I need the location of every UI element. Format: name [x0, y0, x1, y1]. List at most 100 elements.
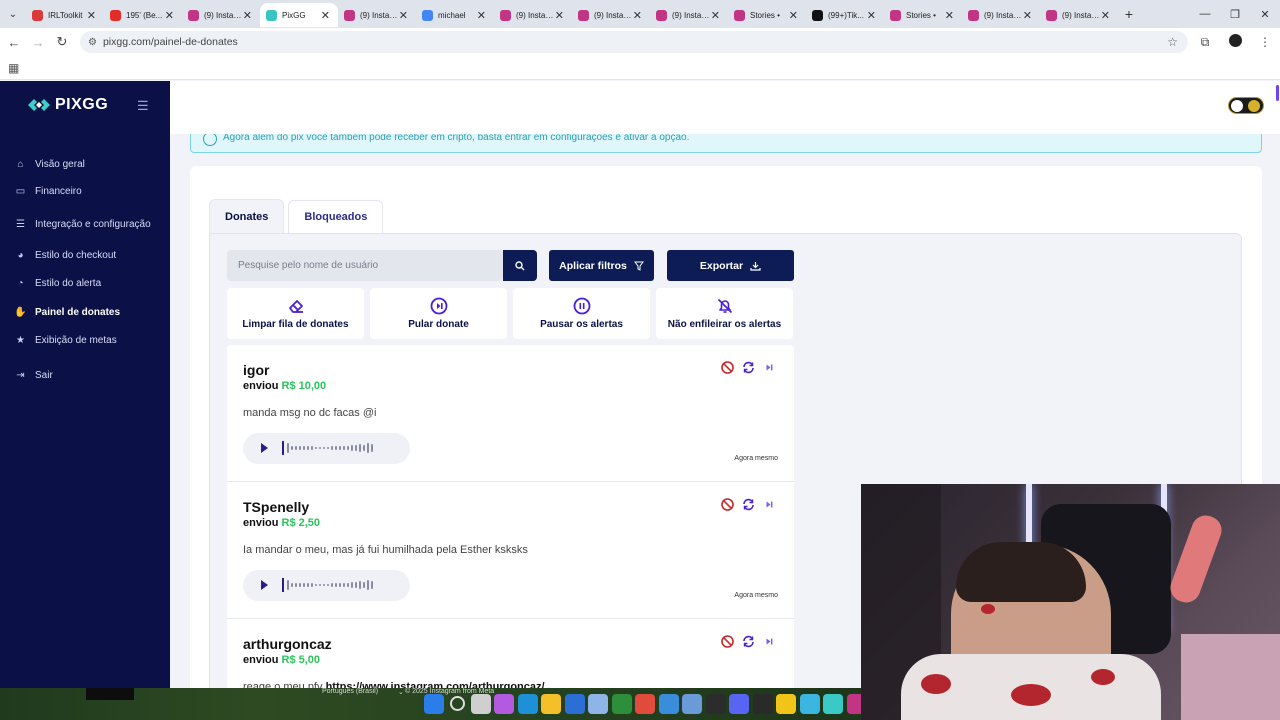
tab-donates[interactable]: Donates [209, 199, 285, 233]
tab-search-icon[interactable]: ⌄ [0, 0, 26, 28]
browser-tab[interactable]: PixGG ✕ [260, 3, 338, 27]
app-icon[interactable] [658, 694, 679, 714]
windows-start-icon[interactable] [424, 694, 444, 714]
export-button[interactable]: Exportar [667, 250, 794, 281]
rumble-icon[interactable] [611, 694, 632, 714]
chrome-icon[interactable] [635, 694, 655, 714]
tab-bloqueados[interactable]: Bloqueados [288, 200, 384, 233]
sidebar-item[interactable]: ✋ Painel de donates [14, 306, 120, 319]
steam-icon[interactable] [752, 694, 773, 714]
task-view-icon[interactable] [470, 694, 491, 714]
tab-close-icon[interactable]: ✕ [87, 9, 96, 22]
brand-logo[interactable]: PIXGG [28, 96, 108, 114]
sidebar-item[interactable]: ⇥ Sair [14, 369, 53, 382]
scrollbar[interactable] [1276, 85, 1279, 101]
warning-icon[interactable] [776, 694, 796, 714]
audio-cursor[interactable] [282, 441, 284, 455]
app3-icon[interactable] [799, 694, 820, 714]
profile-avatar[interactable] [1220, 34, 1250, 50]
replay-icon[interactable] [742, 361, 755, 374]
browser-tab[interactable]: 195' (Be... ✕ [104, 3, 182, 27]
browser-tab[interactable]: IRLToolkit ✕ [26, 3, 104, 27]
waveform[interactable] [287, 579, 375, 591]
apps-grid-icon[interactable]: ▦ [8, 61, 19, 75]
obs-icon[interactable] [705, 694, 726, 714]
sidebar-item[interactable]: ⌂ Visão geral [14, 158, 84, 171]
replay-icon[interactable] [742, 635, 755, 648]
tab-close-icon[interactable]: ✕ [477, 9, 486, 22]
browser-tab[interactable]: (9) Instag... ✕ [338, 3, 416, 27]
search-button[interactable] [503, 250, 537, 281]
dont-queue-alerts-button[interactable]: Não enfileirar os alertas [656, 288, 793, 339]
browser-menu-icon[interactable]: ⋮ [1250, 35, 1280, 49]
browser-tab[interactable]: (9) Instag... ✕ [494, 3, 572, 27]
clear-queue-button[interactable]: Limpar fila de donates [227, 288, 364, 339]
sidebar-item[interactable]: ▭ Financeiro [14, 185, 82, 198]
calculator-icon[interactable] [588, 694, 608, 714]
browser-tab[interactable]: (99+)Tik... ✕ [806, 3, 884, 27]
copilot-icon[interactable] [494, 694, 514, 714]
tab-close-icon[interactable]: ✕ [243, 9, 252, 22]
donation-link[interactable]: https://www.instagram.com/arthurgoncaz/ [326, 681, 545, 688]
tab-close-icon[interactable]: ✕ [711, 9, 720, 22]
browser-tab[interactable]: (9) Instag... ✕ [962, 3, 1040, 27]
maximize-icon[interactable]: ❐ [1220, 0, 1250, 28]
apply-filters-button[interactable]: Aplicar filtros [549, 250, 654, 281]
new-tab-icon[interactable]: + [1118, 6, 1140, 22]
skip-donate-button[interactable]: Pular donate [370, 288, 507, 339]
replay-icon[interactable] [742, 498, 755, 511]
skip-small-icon[interactable] [763, 361, 776, 374]
waveform[interactable] [287, 442, 375, 454]
block-icon[interactable] [721, 361, 734, 374]
sidebar-item[interactable]: ☰ Integração e configuração [14, 218, 151, 231]
tab-close-icon[interactable]: ✕ [1101, 9, 1110, 22]
back-icon[interactable]: ← [2, 35, 26, 50]
app2-icon[interactable] [682, 694, 702, 714]
play-icon[interactable] [261, 580, 268, 590]
menu-collapse-icon[interactable]: ☰ [137, 98, 149, 114]
sidebar-item[interactable]: ◔ Estilo do alerta [14, 277, 101, 290]
block-icon[interactable] [721, 635, 734, 648]
skip-small-icon[interactable] [763, 498, 776, 511]
extensions-icon[interactable]: ⧉ [1190, 35, 1220, 50]
forward-icon[interactable]: → [26, 35, 50, 50]
tab-close-icon[interactable]: ✕ [633, 9, 642, 22]
store-icon[interactable] [564, 694, 585, 714]
sidebar-item[interactable]: ◕ Estilo do checkout [14, 249, 116, 262]
bookmark-star-icon[interactable]: ☆ [1167, 35, 1178, 49]
tab-close-icon[interactable]: ✕ [1023, 9, 1032, 22]
tab-close-icon[interactable]: ✕ [867, 9, 876, 22]
browser-tab[interactable]: (9) Instag... ✕ [650, 3, 728, 27]
tab-close-icon[interactable]: ✕ [945, 9, 954, 22]
edge-icon[interactable] [517, 694, 538, 714]
tab-close-icon[interactable]: ✕ [789, 9, 798, 22]
taskbar-search-icon[interactable] [449, 696, 465, 711]
tab-close-icon[interactable]: ✕ [399, 9, 408, 22]
skip-small-icon[interactable] [763, 635, 776, 648]
pause-alerts-button[interactable]: Pausar os alertas [513, 288, 650, 339]
browser-tab[interactable]: Stories • ✕ [728, 3, 806, 27]
search-input[interactable]: Pesquise pelo nome de usuário [227, 250, 503, 281]
url-field[interactable]: ⚙ pixgg.com/painel-de-donates ☆ [80, 31, 1188, 53]
browser-tab[interactable]: (9) Instag... ✕ [572, 3, 650, 27]
discord-icon[interactable] [729, 694, 749, 714]
minimize-icon[interactable]: — [1190, 0, 1220, 28]
language-selector[interactable]: Português (Brasil) [322, 688, 378, 695]
block-icon[interactable] [721, 498, 734, 511]
audio-cursor[interactable] [282, 578, 284, 592]
file-explorer-icon[interactable] [541, 694, 561, 714]
close-window-icon[interactable]: ✕ [1250, 0, 1280, 28]
sidebar-item[interactable]: ★ Exibição de metas [14, 334, 117, 347]
browser-tab[interactable]: (9) Instag... ✕ [182, 3, 260, 27]
browser-tab[interactable]: michael ✕ [416, 3, 494, 27]
tab-close-icon[interactable]: ✕ [555, 9, 564, 22]
theme-toggle[interactable] [1228, 97, 1264, 114]
browser-tab[interactable]: (9) Instag... ✕ [1040, 3, 1118, 27]
app4-icon[interactable] [823, 694, 843, 714]
tab-close-icon[interactable]: ✕ [165, 9, 174, 22]
play-icon[interactable] [261, 443, 268, 453]
tab-close-icon[interactable]: ✕ [321, 9, 330, 22]
site-info-icon[interactable]: ⚙ [88, 37, 97, 48]
reload-icon[interactable]: ↻ [50, 34, 74, 50]
browser-tab[interactable]: Stories • ✕ [884, 3, 962, 27]
